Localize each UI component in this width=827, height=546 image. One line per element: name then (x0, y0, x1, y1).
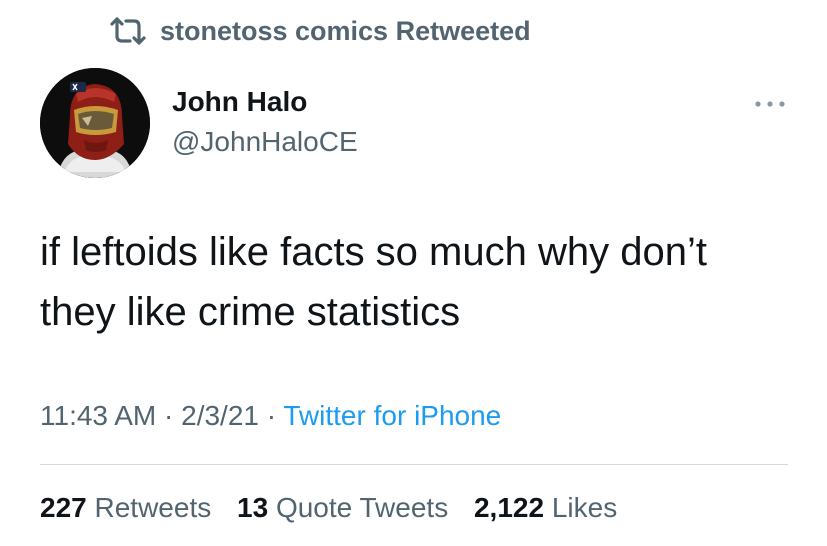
retweets-stat[interactable]: 227 Retweets (40, 492, 211, 523)
quote-tweets-label: Quote Tweets (275, 492, 449, 523)
quote-tweets-count: 13 (237, 492, 269, 523)
meta-separator: · (266, 400, 277, 431)
retweets-label: Retweets (94, 492, 212, 523)
likes-stat[interactable]: 2,122 Likes (474, 492, 617, 523)
tweet-text: if leftoids like facts so much why don’t… (40, 230, 707, 334)
quote-tweets-stat[interactable]: 13 Quote Tweets (237, 492, 448, 523)
meta-separator: · (164, 400, 174, 431)
author-block[interactable]: John Halo @JohnHaloCE (172, 84, 358, 160)
tweet-metadata: 11:43 AM · 2/3/21 · Twitter for iPhone (40, 396, 501, 436)
display-name[interactable]: John Halo (172, 84, 358, 120)
user-handle[interactable]: @JohnHaloCE (172, 124, 358, 160)
likes-label: Likes (551, 492, 618, 523)
retweets-count: 227 (40, 492, 87, 523)
more-dots-icon (754, 95, 786, 113)
social-context[interactable]: stonetoss comics Retweeted (108, 12, 531, 50)
tweet-time[interactable]: 11:43 AM (40, 400, 156, 431)
tweet-source-link[interactable]: Twitter for iPhone (283, 400, 501, 431)
engagement-stats: 227 Retweets 13 Quote Tweets 2,122 Likes (40, 488, 635, 528)
tweet-date[interactable]: 2/3/21 (181, 400, 259, 431)
more-options-button[interactable] (752, 92, 788, 116)
retweeted-by-text: stonetoss comics Retweeted (160, 15, 531, 46)
retweet-icon (108, 16, 148, 46)
avatar[interactable] (40, 68, 150, 178)
likes-count: 2,122 (473, 492, 545, 523)
divider (40, 464, 788, 465)
